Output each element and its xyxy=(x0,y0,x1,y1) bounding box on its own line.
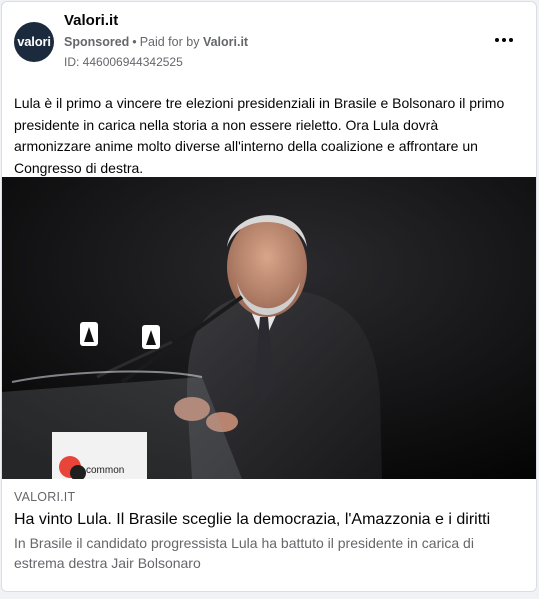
sponsored-label[interactable]: Sponsored xyxy=(64,35,129,49)
link-headline[interactable]: Ha vinto Lula. Il Brasile sceglie la dem… xyxy=(14,510,524,530)
podium-logo-text: common xyxy=(86,465,124,476)
paid-for-by-name[interactable]: Valori.it xyxy=(203,35,248,49)
speaker-head xyxy=(227,217,307,317)
link-description: In Brasile il candidato progressista Lul… xyxy=(14,535,474,571)
post-header: valori Valori.it Sponsored • Paid for by V… xyxy=(2,2,536,72)
ad-image[interactable]: common xyxy=(2,177,536,479)
page-name-link[interactable]: Valori.it xyxy=(64,12,118,29)
more-dot xyxy=(508,38,513,42)
more-horizontal-icon xyxy=(495,38,500,42)
ad-id: ID: 446006944342525 xyxy=(64,55,183,69)
ad-photo: common xyxy=(2,177,536,479)
page-avatar[interactable]: valori xyxy=(14,22,54,62)
mic-marker-right xyxy=(142,325,160,349)
more-dot xyxy=(502,38,506,42)
paid-for-prefix: Paid for by xyxy=(139,35,200,49)
post-body-text: Lula è il primo a vincere tre elezioni p… xyxy=(14,95,505,176)
link-preview[interactable]: VALORI.IT Ha vinto Lula. Il Brasile sceg… xyxy=(2,479,536,591)
sponsored-post-card: valori Valori.it Sponsored • Paid for by V… xyxy=(1,1,537,592)
meta-separator: • xyxy=(132,35,137,49)
more-options-button[interactable] xyxy=(492,30,516,50)
post-meta: Sponsored • Paid for by Valori.it xyxy=(64,35,248,49)
link-domain: VALORI.IT xyxy=(14,490,76,504)
mic-marker-left xyxy=(80,322,98,346)
